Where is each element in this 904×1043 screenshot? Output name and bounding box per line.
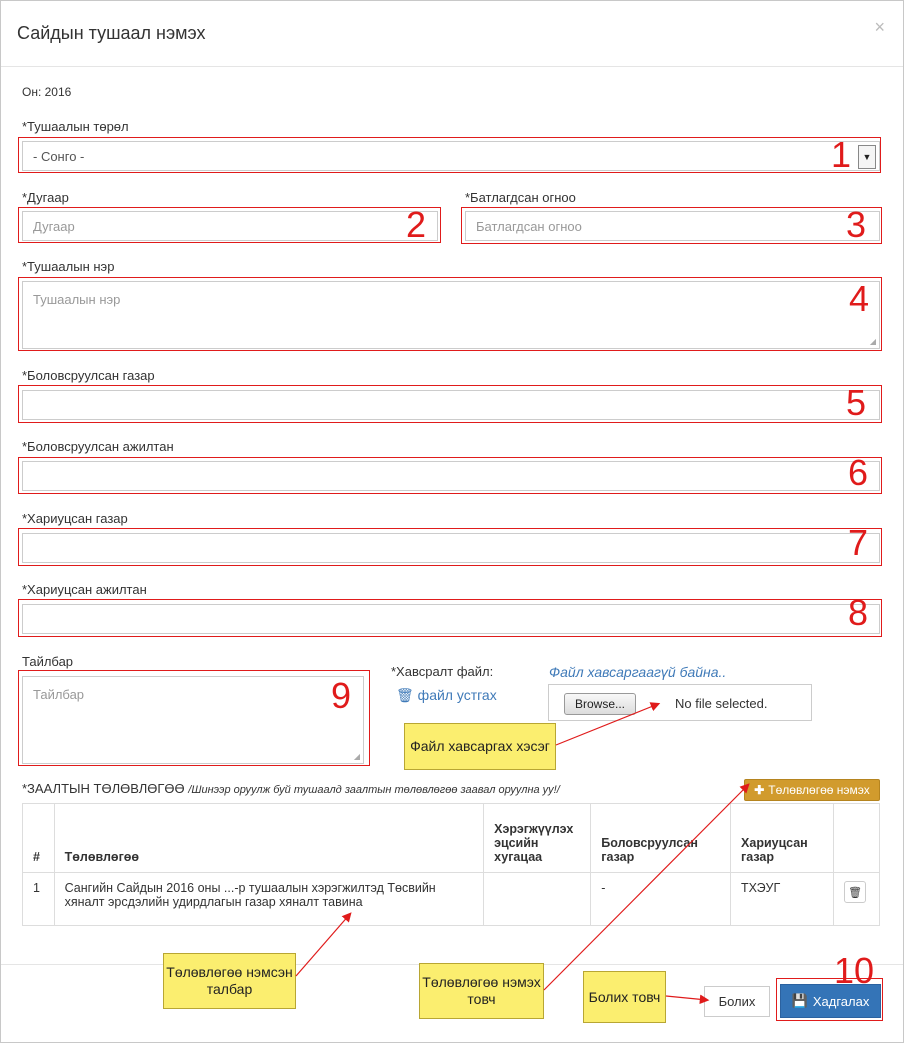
arrow-to-plan-row: [295, 912, 352, 977]
arrow-to-cancel-button: [665, 994, 710, 1005]
arrow-to-file-input: [555, 702, 661, 746]
annotation-arrows: [295, 702, 750, 1005]
arrow-to-add-plan-button: [543, 783, 750, 991]
